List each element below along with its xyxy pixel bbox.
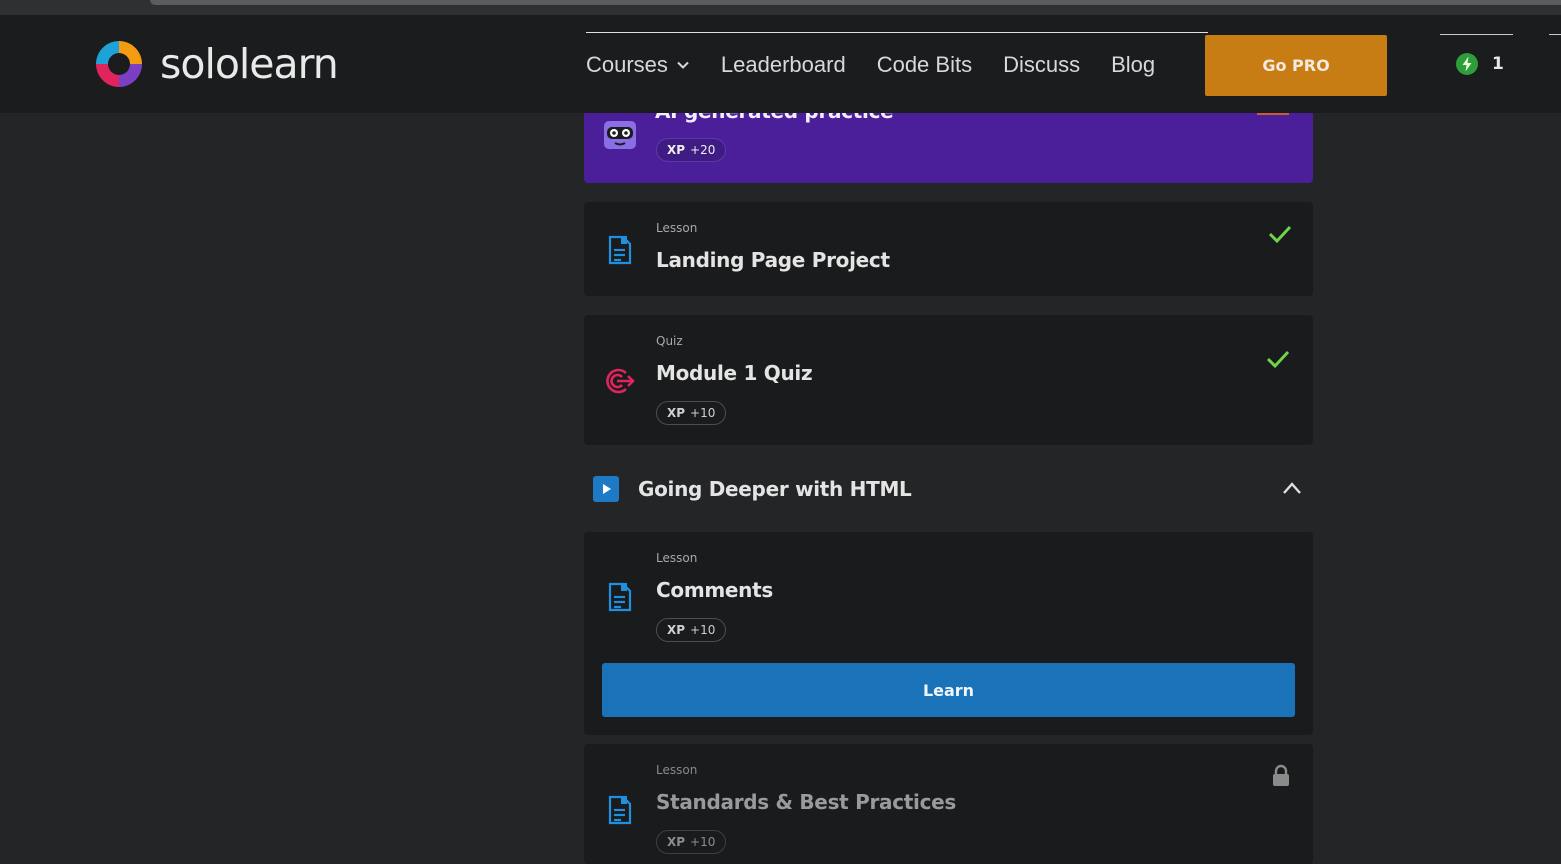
sololearn-logo-icon xyxy=(96,41,142,87)
nav-leaderboard[interactable]: Leaderboard xyxy=(721,52,846,78)
xp-badge: XP +10 xyxy=(656,618,727,642)
lesson-doc-icon xyxy=(608,795,632,825)
robot-face-icon xyxy=(604,121,636,149)
lesson-title: Comments xyxy=(656,578,773,602)
learn-button[interactable]: Learn xyxy=(602,663,1295,717)
top-navbar: sololearn Courses Leaderboard Code Bits … xyxy=(0,15,1561,113)
lesson-kind: Lesson xyxy=(656,221,698,235)
chevron-down-icon xyxy=(677,61,689,69)
lesson-kind: Lesson xyxy=(656,763,698,777)
xp-badge: XP +10 xyxy=(656,830,727,854)
lesson-card-comments[interactable]: Lesson Comments XP +10 Learn xyxy=(584,532,1313,735)
nav-blog[interactable]: Blog xyxy=(1111,52,1155,78)
lesson-card-standards[interactable]: Lesson Standards & Best Practices XP +10 xyxy=(584,744,1313,864)
lesson-title: Standards & Best Practices xyxy=(656,790,957,814)
ai-practice-title: AI generated practice xyxy=(655,113,894,123)
checkmark-icon xyxy=(1266,350,1290,369)
target-icon xyxy=(606,368,635,394)
xp-badge: XP +20 xyxy=(656,138,727,162)
module-section-header[interactable]: Going Deeper with HTML xyxy=(584,463,1313,515)
nav-discuss[interactable]: Discuss xyxy=(1003,52,1080,78)
nav-code-bits[interactable]: Code Bits xyxy=(877,52,972,78)
lesson-kind: Quiz xyxy=(656,334,683,348)
ai-practice-card[interactable]: AI generated practice XP+20 xyxy=(584,113,1313,183)
go-pro-button[interactable]: Go PRO xyxy=(1205,35,1387,96)
nav-courses[interactable]: Courses xyxy=(586,52,690,78)
lesson-title: Module 1 Quiz xyxy=(656,361,813,385)
lesson-kind: Lesson xyxy=(656,551,698,565)
section-title: Going Deeper with HTML xyxy=(638,477,912,501)
lesson-doc-icon xyxy=(608,235,632,265)
sololearn-logo[interactable]: sololearn xyxy=(92,37,339,91)
streak-count: 1 xyxy=(1492,54,1504,74)
quiz-card-module-1[interactable]: Quiz Module 1 Quiz XP +10 xyxy=(584,315,1313,445)
streak-counter[interactable]: 1 xyxy=(1456,53,1504,75)
lesson-title: Landing Page Project xyxy=(656,248,890,272)
xp-badge: XP +10 xyxy=(656,401,727,425)
lesson-card-landing-page[interactable]: Lesson Landing Page Project xyxy=(584,202,1313,296)
lightning-bolt-icon xyxy=(1456,53,1478,75)
chevron-up-icon[interactable] xyxy=(1281,479,1303,497)
lesson-doc-icon xyxy=(608,582,632,612)
play-icon xyxy=(593,476,619,502)
brand-name: sololearn xyxy=(160,40,339,88)
checkmark-icon xyxy=(1268,225,1292,244)
main-nav: Courses Leaderboard Code Bits Discuss Bl… xyxy=(586,49,1186,81)
ai-card-accent xyxy=(1257,113,1289,115)
lock-icon xyxy=(1273,764,1289,786)
browser-top-strip xyxy=(0,0,1561,15)
